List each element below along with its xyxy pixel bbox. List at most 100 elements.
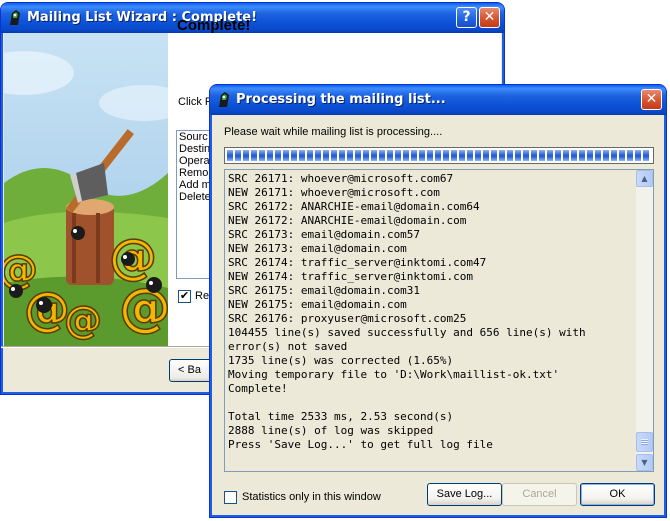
- processing-title: Processing the mailing list...: [236, 92, 446, 107]
- progress-bar: [224, 147, 654, 164]
- scroll-thumb[interactable]: [636, 432, 653, 452]
- log-line: Press 'Save Log...' to get full log file: [228, 438, 493, 451]
- progress-block: [395, 150, 401, 161]
- log-line: Total time 2533 ms, 2.53 second(s): [228, 410, 454, 423]
- statistics-only-label: Statistics only in this window: [242, 491, 381, 503]
- progress-block: [531, 150, 537, 161]
- log-line: NEW 26175: email@domain.com: [228, 298, 407, 311]
- progress-block: [339, 150, 345, 161]
- save-log-button[interactable]: Save Log...: [427, 483, 502, 506]
- progress-block: [403, 150, 409, 161]
- statistics-only-checkbox[interactable]: [224, 491, 237, 504]
- progress-block: [387, 150, 393, 161]
- progress-block: [619, 150, 625, 161]
- log-line: SRC 26174: traffic_server@inktomi.com47: [228, 256, 487, 269]
- wait-message: Please wait while mailing list is proces…: [224, 126, 443, 138]
- wizard-app-icon: [10, 10, 20, 25]
- log-line: NEW 26173: email@domain.com: [228, 242, 407, 255]
- progress-block: [355, 150, 361, 161]
- progress-block: [291, 150, 297, 161]
- progress-block: [419, 150, 425, 161]
- log-line: SRC 26172: ANARCHIE-email@domain.com64: [228, 200, 480, 213]
- log-lines: SRC 26171: whoever@microsoft.com67 NEW 26…: [225, 170, 636, 471]
- processing-close-button[interactable]: ✕: [641, 89, 662, 110]
- progress-block: [483, 150, 489, 161]
- progress-block: [523, 150, 529, 161]
- wizard-instruction: Click F: [178, 96, 212, 108]
- log-line: Moving temporary file to 'D:\Work\mailli…: [228, 368, 560, 381]
- chopping-block-illustration: @ @ @ @ @: [4, 33, 168, 346]
- progress-block: [259, 150, 265, 161]
- progress-block: [627, 150, 633, 161]
- wizard-close-button[interactable]: ✕: [479, 7, 500, 28]
- progress-block: [595, 150, 601, 161]
- progress-block: [315, 150, 321, 161]
- progress-block: [475, 150, 481, 161]
- wizard-titlebar[interactable]: Mailing List Wizard : Complete! ? ✕: [1, 3, 504, 33]
- svg-text:@: @: [64, 298, 102, 342]
- progress-block: [467, 150, 473, 161]
- wizard-side-illustration: @ @ @ @ @: [4, 33, 168, 346]
- scroll-down-arrow[interactable]: ▼: [636, 454, 653, 471]
- progress-block: [411, 150, 417, 161]
- progress-block: [603, 150, 609, 161]
- progress-block: [363, 150, 369, 161]
- progress-block: [643, 150, 649, 161]
- log-line: NEW 26171: whoever@microsoft.com: [228, 186, 440, 199]
- progress-block: [611, 150, 617, 161]
- progress-block: [307, 150, 313, 161]
- progress-block: [283, 150, 289, 161]
- log-line: NEW 26174: traffic_server@inktomi.com: [228, 270, 474, 283]
- progress-block: [243, 150, 249, 161]
- progress-block: [299, 150, 305, 161]
- progress-block: [635, 150, 641, 161]
- progress-block: [515, 150, 521, 161]
- progress-block: [227, 150, 233, 161]
- progress-block: [539, 150, 545, 161]
- close-icon: ✕: [645, 91, 658, 107]
- progress-block: [491, 150, 497, 161]
- scroll-up-arrow[interactable]: ▲: [636, 170, 653, 187]
- wizard-heading: Complete!: [177, 17, 251, 34]
- log-line: 1735 line(s) was corrected (1.65%): [228, 354, 454, 367]
- progress-block: [547, 150, 553, 161]
- progress-block: [555, 150, 561, 161]
- progress-block: [267, 150, 273, 161]
- progress-block: [427, 150, 433, 161]
- progress-fill: [227, 150, 651, 161]
- processing-dialog: Processing the mailing list... ✕ Please …: [209, 84, 667, 518]
- log-line: SRC 26175: email@domain.com31: [228, 284, 421, 297]
- log-line: SRC 26173: email@domain.com57: [228, 228, 421, 241]
- progress-block: [323, 150, 329, 161]
- wizard-checkbox[interactable]: ✔: [178, 290, 191, 303]
- processing-app-icon: [219, 92, 229, 107]
- log-line: SRC 26171: whoever@microsoft.com67: [228, 172, 454, 185]
- ok-button[interactable]: OK: [580, 483, 655, 506]
- close-icon: ✕: [483, 9, 496, 25]
- log-line: 104455 line(s) saved successfully and 65…: [228, 326, 586, 339]
- progress-block: [579, 150, 585, 161]
- progress-block: [235, 150, 241, 161]
- log-line: 2888 line(s) of log was skipped: [228, 424, 434, 437]
- progress-block: [507, 150, 513, 161]
- progress-block: [347, 150, 353, 161]
- progress-block: [331, 150, 337, 161]
- progress-block: [459, 150, 465, 161]
- help-button[interactable]: ?: [456, 7, 477, 28]
- svg-text:@: @: [4, 247, 38, 293]
- progress-block: [451, 150, 457, 161]
- log-line: Complete!: [228, 382, 288, 395]
- wizard-checkbox-label: Re: [195, 290, 210, 302]
- log-scrollbar[interactable]: ▲ ▼: [636, 170, 653, 471]
- cancel-button[interactable]: Cancel: [502, 483, 577, 506]
- log-line: NEW 26172: ANARCHIE-email@domain.com: [228, 214, 467, 227]
- log-output[interactable]: SRC 26171: whoever@microsoft.com67 NEW 26…: [224, 169, 654, 472]
- processing-titlebar[interactable]: Processing the mailing list... ✕: [210, 85, 666, 115]
- progress-block: [563, 150, 569, 161]
- progress-block: [275, 150, 281, 161]
- progress-block: [371, 150, 377, 161]
- progress-block: [499, 150, 505, 161]
- progress-block: [379, 150, 385, 161]
- progress-block: [587, 150, 593, 161]
- progress-block: [571, 150, 577, 161]
